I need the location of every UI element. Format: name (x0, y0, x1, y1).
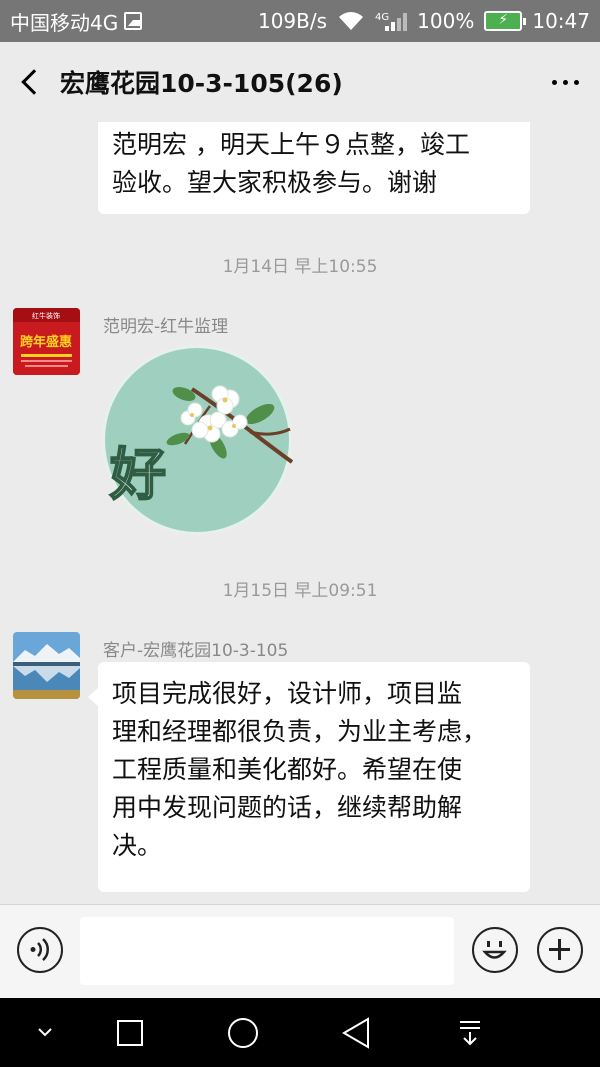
circle-icon (228, 1018, 258, 1048)
svg-text:跨年盛惠: 跨年盛惠 (20, 334, 72, 350)
status-bar: 中国移动4G 109B/s 4G 100% ⚡ 10:47 (0, 0, 600, 42)
wifi-icon (339, 12, 364, 30)
system-back-button[interactable] (322, 998, 392, 1067)
input-bar (0, 904, 600, 998)
more-button[interactable] (530, 42, 600, 122)
chat-header: 宏鹰花园10-3-105(26) (0, 42, 600, 122)
back-button[interactable] (0, 42, 60, 122)
pull-down-icon (460, 1021, 480, 1046)
plus-button[interactable] (537, 927, 583, 973)
message-text-line: 决。 (112, 831, 163, 860)
notification-pull-button[interactable] (435, 998, 505, 1067)
chevron-down-icon (38, 1028, 52, 1037)
battery-charging-icon: ⚡ (484, 11, 527, 31)
message-input[interactable] (80, 917, 454, 985)
chat-title: 宏鹰花园10-3-105(26) (60, 69, 343, 98)
carrier-label: 中国移动4G (10, 10, 119, 35)
clock: 10:47 (532, 9, 590, 33)
battery-percent: 100% (417, 9, 475, 33)
mountain-lake-avatar (13, 632, 80, 699)
hongniu-logo-avatar: 红牛装饰 跨年盛惠 (13, 308, 80, 375)
message-text-line: 验收。望大家积极参与。谢谢 (112, 168, 438, 197)
message-text-line: 用中发现问题的话，继续帮助解 (112, 793, 463, 822)
sender-name: 客户-宏鹰花园10-3-105 (103, 641, 289, 661)
home-button[interactable] (208, 998, 278, 1067)
more-dots-icon (551, 79, 557, 85)
message-text-line: 范明宏 ，明天上午９点整，竣工 (112, 130, 470, 159)
avatar[interactable] (13, 632, 80, 699)
svg-text:红牛装饰: 红牛装饰 (32, 311, 60, 320)
system-navigation-bar (0, 998, 600, 1067)
sticker-message[interactable]: 好 (100, 344, 296, 536)
lte-label: 4G (375, 12, 390, 23)
recents-button[interactable] (95, 998, 165, 1067)
message-list[interactable]: 范明宏 ，明天上午９点整，竣工 验收。望大家积极参与。谢谢 1月14日 早上10… (0, 122, 600, 904)
voice-icon (30, 938, 49, 961)
triangle-back-icon (342, 1017, 369, 1049)
collapse-nav-button[interactable] (10, 998, 80, 1067)
message-bubble[interactable]: 项目完成很好，设计师，项目监 理和经理都很负责，为业主考虑， 工程质量和美化都好… (88, 662, 530, 892)
message-text-line: 理和经理都很负责，为业主考虑， (112, 717, 488, 746)
message-timestamp: 1月15日 早上09:51 (222, 581, 378, 601)
image-notification-icon (124, 12, 143, 30)
sender-name: 范明宏-红牛监理 (103, 317, 229, 337)
avatar[interactable]: 红牛装饰 跨年盛惠 (13, 308, 80, 375)
message-text-line: 项目完成很好，设计师，项目监 (112, 679, 463, 708)
emoji-button[interactable] (472, 927, 518, 973)
message-timestamp: 1月14日 早上10:55 (222, 257, 378, 277)
message-text-line: 工程质量和美化都好。希望在使 (112, 755, 463, 784)
chevron-left-icon (21, 69, 47, 95)
message-bubble[interactable]: 范明宏 ，明天上午９点整，竣工 验收。望大家积极参与。谢谢 (98, 122, 530, 214)
pear-blossom-sticker-icon: 好 (102, 345, 294, 535)
svg-text:好: 好 (109, 443, 166, 508)
network-speed: 109B/s (257, 9, 328, 33)
square-icon (117, 1020, 143, 1046)
smiley-icon (482, 941, 507, 959)
voice-button[interactable] (17, 927, 63, 973)
